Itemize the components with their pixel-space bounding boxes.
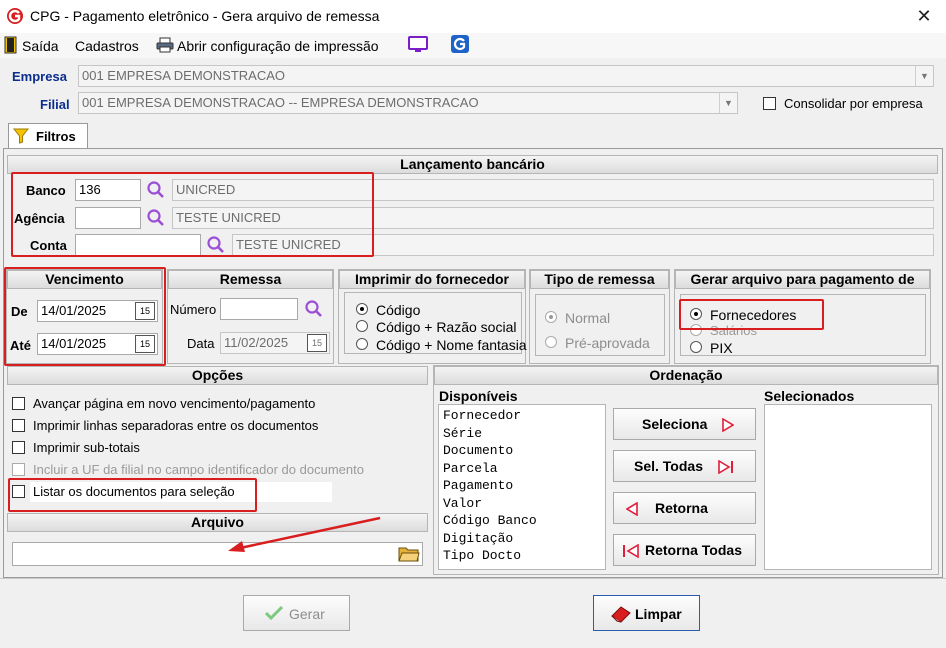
opcao-label: Avançar página em novo vencimento/pagame… [33, 396, 316, 411]
imprimir-option-label: Código [376, 302, 421, 318]
menu-exit[interactable]: Saída [22, 38, 59, 54]
tipo-radio-preaprovada[interactable] [545, 336, 557, 348]
opcao-checkbox[interactable] [12, 419, 25, 432]
generate-button[interactable]: Gerar [243, 595, 350, 631]
footer-divider [0, 578, 946, 579]
list-item[interactable]: Valor [443, 495, 601, 513]
monitor-icon[interactable] [408, 36, 428, 54]
menu-print-config[interactable]: Abrir configuração de impressão [177, 38, 379, 54]
arrow-left-icon [626, 502, 638, 516]
remessa-date-input[interactable]: 11/02/2025 15 [220, 332, 330, 354]
filial-label: Filial [40, 97, 70, 112]
list-item[interactable]: Tipo Docto [443, 547, 601, 565]
opcao-checkbox[interactable] [12, 397, 25, 410]
select-all-button-label: Sel. Todas [634, 458, 703, 474]
selected-list[interactable] [764, 404, 932, 570]
back-button[interactable]: Retorna [613, 492, 756, 524]
app-shortcut-icon[interactable] [451, 35, 469, 53]
back-all-button[interactable]: Retorna Todas [613, 534, 756, 566]
calendar-icon[interactable]: 15 [307, 334, 327, 352]
available-label: Disponíveis [439, 388, 518, 404]
opcao-label: Imprimir sub-totais [33, 440, 140, 455]
remessa-number-label: Número [170, 302, 217, 317]
empresa-select[interactable]: 001 EMPRESA DEMONSTRACAO ▼ [78, 65, 934, 87]
empresa-value: 001 EMPRESA DEMONSTRACAO [82, 68, 285, 83]
imprimir-option-label: Código + Nome fantasia [376, 337, 527, 353]
list-item[interactable]: Parcela [443, 460, 601, 478]
menu-registers[interactable]: Cadastros [75, 38, 139, 54]
list-item[interactable]: Série [443, 425, 601, 443]
back-button-label: Retorna [655, 500, 708, 516]
imprimir-heading: Imprimir do fornecedor [339, 270, 525, 289]
app-logo-icon [7, 8, 23, 24]
opcao-checkbox[interactable] [12, 463, 25, 476]
clear-button[interactable]: Limpar [593, 595, 700, 631]
gerar-radio-pix[interactable] [690, 341, 702, 353]
list-item[interactable]: Fornecedor [443, 407, 601, 425]
highlight-box [11, 172, 374, 257]
clear-button-label: Limpar [635, 606, 682, 622]
generate-button-label: Gerar [289, 606, 325, 622]
search-icon[interactable] [304, 299, 324, 319]
list-item[interactable]: Documento [443, 442, 601, 460]
select-button-label: Seleciona [642, 416, 708, 432]
list-item[interactable]: Digitação [443, 530, 601, 548]
imprimir-radio-codigo[interactable] [356, 303, 368, 315]
select-button[interactable]: Seleciona [613, 408, 756, 440]
tab-filters-label: Filtros [36, 129, 76, 144]
funnel-icon [13, 128, 29, 144]
imprimir-radio-fantasia[interactable] [356, 338, 368, 350]
ordenacao-heading: Ordenação [434, 366, 938, 385]
highlight-box [679, 299, 824, 330]
imprimir-option-label: Código + Razão social [376, 319, 517, 335]
arrow-right-icon [722, 418, 734, 432]
chevron-down-icon[interactable]: ▼ [915, 66, 933, 86]
tipo-radio-normal[interactable] [545, 311, 557, 323]
filial-select[interactable]: 001 EMPRESA DEMONSTRACAO -- EMPRESA DEMO… [78, 92, 738, 114]
arrow-left-end-icon [623, 544, 639, 558]
filial-value: 001 EMPRESA DEMONSTRACAO -- EMPRESA DEMO… [82, 95, 479, 110]
gerar-heading: Gerar arquivo para pagamento de [675, 270, 930, 289]
selected-label: Selecionados [764, 388, 855, 404]
available-list[interactable]: Fornecedor Série Documento Parcela Pagam… [438, 404, 606, 570]
highlight-box [8, 478, 257, 512]
imprimir-radio-razao[interactable] [356, 320, 368, 332]
printer-icon [156, 37, 174, 53]
highlight-box [4, 267, 166, 366]
consolidate-checkbox[interactable] [763, 97, 776, 110]
opcao-label: Imprimir linhas separadoras entre os doc… [33, 418, 319, 433]
empresa-label: Empresa [12, 69, 67, 84]
tab-filters[interactable]: Filtros [8, 123, 88, 149]
toolbar [0, 33, 946, 58]
opcao-label: Incluir a UF da filial no campo identifi… [33, 462, 364, 477]
back-all-button-label: Retorna Todas [645, 542, 742, 558]
opcoes-heading: Opções [7, 366, 428, 385]
exit-door-icon [4, 36, 17, 54]
consolidate-label: Consolidar por empresa [784, 96, 923, 111]
folder-icon[interactable] [398, 545, 420, 563]
select-all-button[interactable]: Sel. Todas [613, 450, 756, 482]
chevron-down-icon[interactable]: ▼ [719, 93, 737, 113]
window-title: CPG - Pagamento eletrônico - Gera arquiv… [30, 8, 380, 24]
eraser-icon [611, 606, 631, 623]
arrow-right-end-icon [718, 460, 733, 474]
remessa-date-label: Data [187, 336, 215, 351]
tipo-option-label: Normal [565, 310, 611, 326]
remessa-number-input[interactable] [220, 298, 298, 320]
list-item[interactable]: Pagamento [443, 477, 601, 495]
tipo-option-label: Pré-aprovada [565, 335, 650, 351]
gerar-option-label: PIX [710, 340, 733, 356]
remessa-heading: Remessa [168, 270, 333, 289]
remessa-date-value: 11/02/2025 [224, 335, 289, 350]
annotation-arrow [228, 516, 381, 552]
close-button[interactable]: ✕ [912, 5, 936, 27]
opcao-checkbox[interactable] [12, 441, 25, 454]
tipo-remessa-heading: Tipo de remessa [530, 270, 669, 289]
list-item[interactable]: Código Banco [443, 512, 601, 530]
checkmark-icon [264, 605, 284, 621]
